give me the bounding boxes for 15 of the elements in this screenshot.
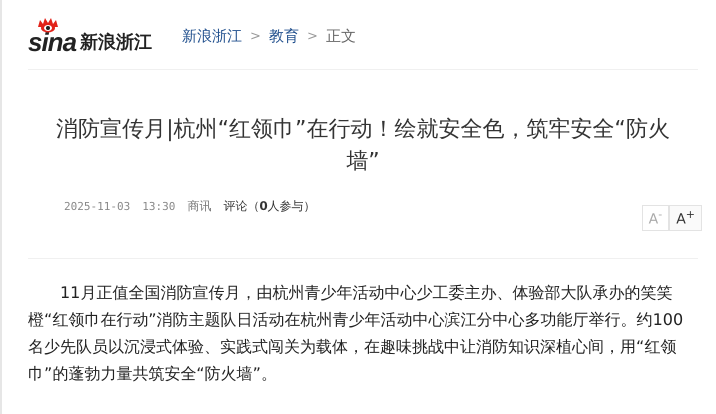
site-name[interactable]: 新浪浙江	[80, 30, 152, 54]
publish-date: 2025-11-03	[64, 200, 130, 212]
breadcrumb-separator: >	[306, 29, 318, 44]
breadcrumb-link[interactable]: 教育	[268, 27, 299, 46]
article-paragraph: 11月正值全国消防宣传月，由杭州青少年活动中心少工委主办、体验部大队承办的笑笑橙“红领巾在行动”消防主题队日活动在杭州青少年活动中心滨江分中心多功能厅举行。约100名少先队员以沉浸式体验、实践式闯关为载体，在趣味挑战中让消防知识深植心间，用“红领巾”的蓬勃力量共筑安全“防火墙”。	[28, 282, 684, 385]
eye-icon	[36, 16, 60, 32]
breadcrumb-separator: >	[250, 29, 261, 44]
source-label: 商讯	[187, 198, 212, 214]
breadcrumb-link[interactable]: 新浪浙江	[182, 27, 242, 46]
article-title: 消防宣传月|杭州“红领巾”在行动！绘就安全色，筑牢安全“防火墙”	[55, 116, 671, 176]
breadcrumb-current: 正文	[326, 27, 356, 46]
publish-time: 13:30	[142, 200, 176, 212]
font-size-button[interactable]: A$^{+}$	[669, 205, 702, 231]
logo-text[interactable]: sina	[28, 28, 76, 54]
comments-link[interactable]: 评论（0人参与）	[223, 198, 316, 214]
